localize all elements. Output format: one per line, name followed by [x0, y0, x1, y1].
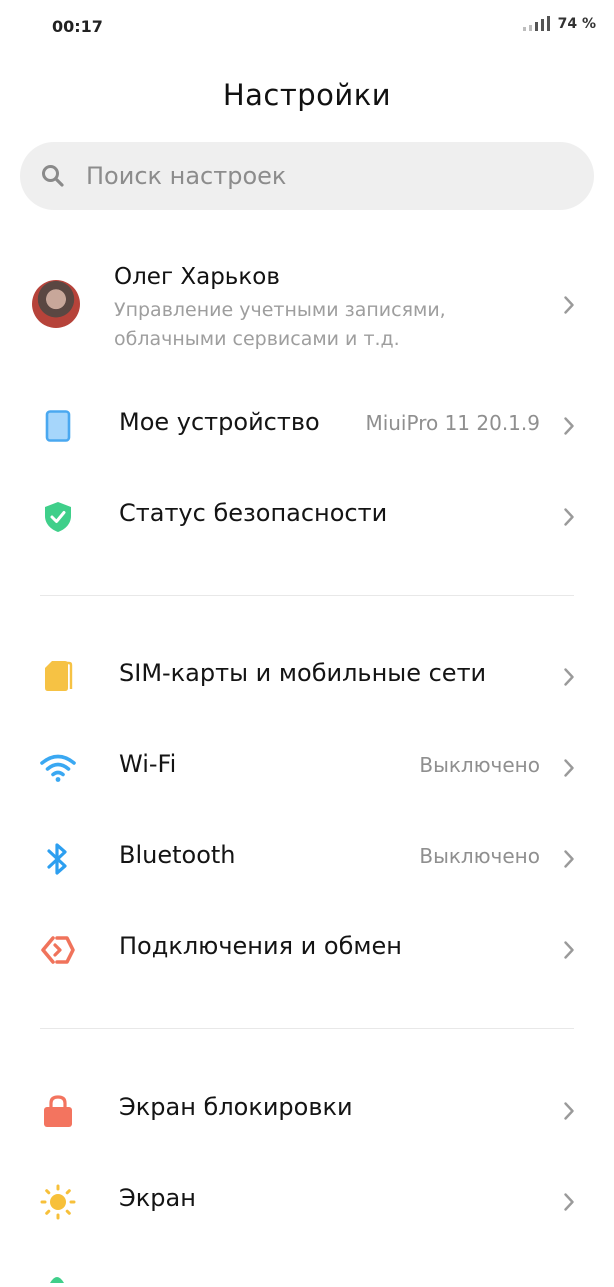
lock-screen-label: Экран блокировки	[119, 1093, 353, 1121]
search-input[interactable]	[86, 162, 526, 190]
account-row[interactable]: Олег Харьков Управление учетными записям…	[0, 250, 614, 360]
signal-icon	[522, 16, 550, 31]
section-divider	[40, 1028, 574, 1029]
status-time: 00:17	[52, 17, 103, 36]
bluetooth-row[interactable]: Bluetooth Выключено	[0, 813, 614, 903]
wifi-icon	[38, 748, 78, 788]
shield-check-icon	[38, 497, 78, 537]
chevron-right-icon	[564, 508, 574, 526]
chevron-right-icon	[564, 759, 574, 777]
account-name: Олег Харьков	[114, 264, 280, 290]
chevron-right-icon	[564, 850, 574, 868]
sun-icon	[38, 1182, 78, 1222]
status-bar: 00:17 74 %	[0, 0, 614, 56]
sim-card-icon	[38, 657, 78, 697]
next-row-icon-partial	[48, 1268, 66, 1283]
sim-cards-label: SIM-карты и мобильные сети	[119, 659, 487, 687]
account-subtitle: Управление учетными записями, облачными …	[114, 299, 446, 350]
my-device-value: MiuiPro 11 20.1.9	[365, 411, 540, 435]
my-device-row[interactable]: Мое устройство MiuiPro 11 20.1.9	[0, 380, 614, 470]
wifi-row[interactable]: Wi-Fi Выключено	[0, 722, 614, 812]
wifi-status: Выключено	[419, 753, 540, 777]
bluetooth-label: Bluetooth	[119, 841, 236, 869]
bluetooth-icon	[38, 839, 78, 879]
wifi-label: Wi-Fi	[119, 750, 177, 778]
status-indicators: 74 %	[522, 16, 596, 32]
display-row[interactable]: Экран	[0, 1156, 614, 1246]
search-icon	[42, 165, 64, 187]
security-status-label: Статус безопасности	[119, 499, 388, 527]
share-connection-icon	[38, 930, 78, 970]
connections-sharing-label: Подключения и обмен	[119, 932, 402, 960]
chevron-right-icon	[564, 941, 574, 959]
chevron-right-icon	[564, 1193, 574, 1211]
avatar	[32, 280, 80, 328]
tablet-icon	[38, 406, 78, 446]
chevron-right-icon	[564, 417, 574, 435]
bluetooth-status: Выключено	[419, 844, 540, 868]
sim-cards-row[interactable]: SIM-карты и мобильные сети	[0, 631, 614, 721]
page-title: Настройки	[222, 78, 392, 112]
battery-level: 74 %	[557, 16, 596, 32]
section-divider	[40, 595, 574, 596]
lock-icon	[38, 1091, 78, 1131]
connections-sharing-row[interactable]: Подключения и обмен	[0, 904, 614, 994]
lock-screen-row[interactable]: Экран блокировки	[0, 1065, 614, 1155]
chevron-right-icon	[564, 296, 574, 314]
chevron-right-icon	[564, 668, 574, 686]
display-label: Экран	[119, 1184, 196, 1212]
security-status-row[interactable]: Статус безопасности	[0, 471, 614, 561]
search-bar[interactable]	[20, 142, 594, 210]
chevron-right-icon	[564, 1102, 574, 1120]
my-device-label: Мое устройство	[119, 408, 320, 436]
